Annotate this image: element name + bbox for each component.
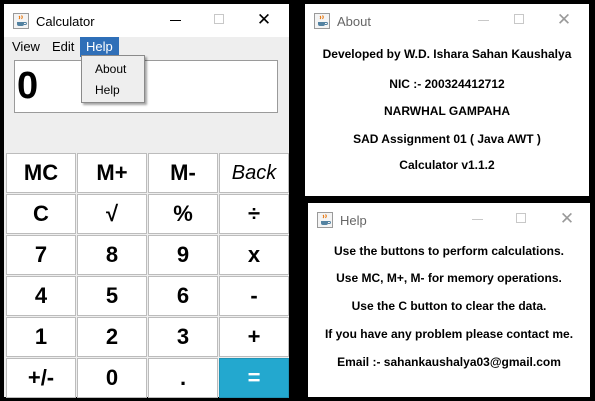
negate-button[interactable]: +/- [6,358,76,398]
digit-4-button[interactable]: 4 [6,276,76,316]
multiply-button[interactable]: x [219,235,289,275]
about-window: About ✕ Developed by W.D. Ishara Sahan K… [305,4,589,196]
calculator-titlebar[interactable]: Calculator ✕ [4,4,289,37]
maximize-icon[interactable] [511,209,533,229]
keypad: MC M+ M- Back C √ % ÷ 7 8 9 x 4 5 6 - 1 … [4,152,289,398]
sqrt-button[interactable]: √ [77,194,147,234]
close-icon[interactable]: ✕ [556,209,578,229]
location-line: NARWHAL GAMPAHA [384,104,510,118]
menu-help[interactable]: Help [80,37,119,57]
nic-line: NIC :- 200324412712 [389,77,505,91]
digit-6-button[interactable]: 6 [148,276,218,316]
menu-view[interactable]: View [6,37,46,57]
digit-1-button[interactable]: 1 [6,317,76,357]
help-line-calculations: Use the buttons to perform calculations. [333,244,565,258]
help-line-email: Email :- sahankaushalya03@gmail.com [337,355,561,369]
java-cup-icon [317,212,333,228]
help-window: Help ✕ Use the buttons to perform calcul… [308,203,590,397]
java-cup-icon [13,13,29,29]
display-field[interactable]: 0 [14,60,278,113]
window-title: About [337,14,371,29]
assignment-line: SAD Assignment 01 ( Java AWT ) [353,132,541,146]
display-value: 0 [17,65,39,107]
percent-button[interactable]: % [148,194,218,234]
subtract-button[interactable]: - [219,276,289,316]
window-title: Calculator [36,14,95,29]
clear-button[interactable]: C [6,194,76,234]
help-content: Use the buttons to perform calculations.… [308,236,590,397]
equals-button[interactable]: = [219,358,289,398]
developer-line: Developed by W.D. Ishara Sahan Kaushalya [322,47,572,61]
digit-5-button[interactable]: 5 [77,276,147,316]
memory-subtract-button[interactable]: M- [148,153,218,193]
help-line-clear: Use the C button to clear the data. [351,299,547,313]
digit-7-button[interactable]: 7 [6,235,76,275]
add-button[interactable]: + [219,317,289,357]
backspace-button[interactable]: Back [219,153,289,193]
digit-2-button[interactable]: 2 [77,317,147,357]
menu-edit[interactable]: Edit [46,37,80,57]
close-icon[interactable]: ✕ [553,10,575,30]
minimize-icon[interactable] [473,10,495,30]
display-area: 0 [4,57,289,152]
maximize-icon[interactable] [509,10,531,30]
calculator-window: Calculator ✕ View Edit Help 0 MC M+ M- B… [4,4,289,398]
minimize-icon[interactable] [165,10,187,30]
version-line: Calculator v1.1.2 [399,158,495,172]
minimize-icon[interactable] [467,209,489,229]
decimal-button[interactable]: . [148,358,218,398]
maximize-icon[interactable] [209,10,231,30]
menu-item-help[interactable]: Help [82,80,144,100]
menu-bar: View Edit Help [4,37,289,57]
memory-add-button[interactable]: M+ [77,153,147,193]
about-content: Developed by W.D. Ishara Sahan Kaushalya… [305,37,589,196]
digit-9-button[interactable]: 9 [148,235,218,275]
digit-8-button[interactable]: 8 [77,235,147,275]
divide-button[interactable]: ÷ [219,194,289,234]
help-titlebar[interactable]: Help ✕ [308,203,590,236]
help-line-contact: If you have any problem please contact m… [324,327,574,341]
about-titlebar[interactable]: About ✕ [305,4,589,37]
digit-0-button[interactable]: 0 [77,358,147,398]
memory-clear-button[interactable]: MC [6,153,76,193]
help-line-memory: Use MC, M+, M- for memory operations. [336,271,562,285]
java-cup-icon [314,13,330,29]
close-icon[interactable]: ✕ [253,10,275,30]
menu-item-about[interactable]: About [82,59,144,79]
digit-3-button[interactable]: 3 [148,317,218,357]
window-title: Help [340,213,367,228]
help-dropdown-menu: About Help [81,55,145,103]
